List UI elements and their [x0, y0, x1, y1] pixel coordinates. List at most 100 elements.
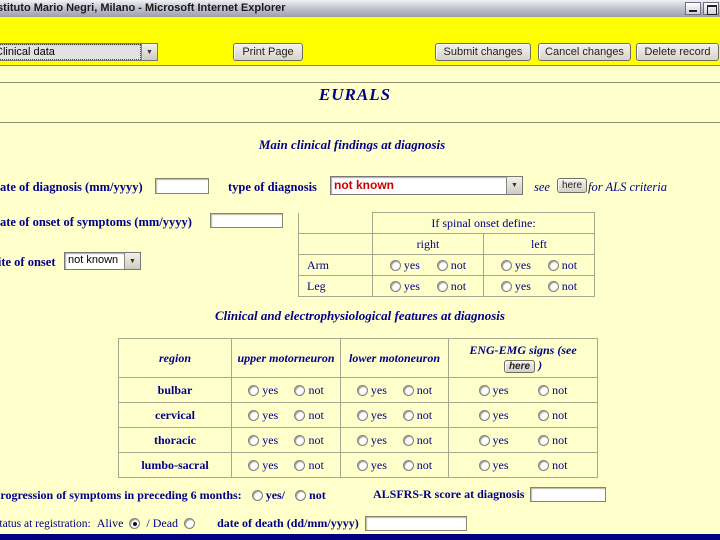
region-header: region — [118, 338, 232, 378]
delete-record-button[interactable]: Delete record — [636, 43, 719, 61]
date-of-onset-input[interactable] — [210, 213, 283, 228]
als-criteria-here-button[interactable]: here — [557, 178, 588, 193]
spinal-onset-header: If spinal onset define: — [372, 212, 595, 234]
minimize-button[interactable] — [685, 2, 701, 15]
section-select[interactable]: Clinical data ▼ — [0, 43, 158, 61]
print-page-button[interactable]: Print Page — [233, 43, 303, 61]
radio-yes-label: yes — [370, 407, 387, 422]
leg-row-label: Leg — [298, 275, 373, 297]
radio-not[interactable] — [294, 384, 306, 396]
region-cervical-label: cervical — [118, 402, 232, 428]
eng-emg-header-text: ENG-EMG signs (see — [469, 343, 577, 357]
radio-not-label: not — [416, 457, 433, 472]
radio-yes-label: yes — [370, 432, 387, 447]
radio-not-label: not — [552, 457, 568, 472]
eng-emg-header-suffix: ) — [538, 358, 543, 372]
radio-yes[interactable] — [356, 434, 368, 446]
radio-not[interactable] — [547, 280, 559, 292]
radio-yes-label: yes — [492, 407, 509, 422]
radio-yes-label: yes — [514, 257, 531, 272]
radio-yes[interactable] — [356, 459, 368, 471]
radio-yes-label: yes — [492, 382, 509, 397]
radio-alive[interactable] — [129, 518, 141, 529]
radio-yes-label: yes — [403, 278, 420, 293]
date-of-diagnosis-label: date of diagnosis (mm/yyyy) — [0, 180, 143, 194]
table-row: right left — [298, 233, 595, 255]
site-of-onset-select[interactable]: not known ▼ — [64, 252, 141, 270]
bottom-bar — [0, 534, 720, 540]
eng-emg-here-button[interactable]: here — [503, 360, 536, 373]
table-row: bulbar yes not yes not yes not — [118, 377, 598, 403]
type-of-diagnosis-value: not known — [334, 178, 394, 192]
table-row: thoracic yes not yes not yes not — [118, 427, 598, 453]
arm-right-yes: yes — [389, 258, 420, 273]
radio-yes[interactable] — [500, 280, 512, 292]
radio-not[interactable] — [402, 409, 414, 421]
radio-not-label: not — [416, 432, 433, 447]
radio-yes-label: yes — [262, 432, 279, 447]
radio-not[interactable] — [538, 384, 550, 396]
radio-not-label: not — [450, 278, 467, 293]
radio-not-label: not — [308, 432, 324, 447]
radio-yes[interactable] — [478, 459, 490, 471]
alsfrs-row: ALSFRS-R score at diagnosis — [373, 487, 607, 502]
radio-not-label: not — [416, 382, 433, 397]
page-title: EURALS — [318, 85, 392, 104]
radio-yes-label: yes — [492, 457, 509, 472]
radio-yes[interactable] — [248, 459, 260, 471]
radio-not[interactable] — [294, 409, 306, 421]
radio-yes[interactable] — [248, 434, 260, 446]
radio-not[interactable] — [547, 259, 559, 271]
radio-yes-label: yes — [514, 278, 531, 293]
page-content: EURALS Main clinical findings at diagnos… — [0, 66, 720, 534]
radio-yes-label: yes — [262, 407, 279, 422]
alsfrs-label: ALSFRS-R score at diagnosis — [373, 487, 525, 501]
radio-yes[interactable] — [356, 384, 368, 396]
radio-yes[interactable] — [248, 384, 260, 396]
progression-not: not — [295, 488, 326, 503]
chevron-down-icon: ▼ — [506, 177, 522, 194]
radio-dead[interactable] — [184, 518, 196, 529]
radio-not[interactable] — [538, 434, 550, 446]
radio-not[interactable] — [294, 459, 306, 471]
radio-not[interactable] — [295, 490, 307, 501]
see-label: see — [534, 180, 550, 194]
radio-not[interactable] — [538, 459, 550, 471]
date-of-diagnosis-input[interactable] — [155, 178, 209, 194]
cancel-changes-button[interactable]: Cancel changes — [538, 43, 631, 61]
radio-yes[interactable] — [389, 259, 401, 271]
radio-yes-label: yes — [262, 382, 279, 397]
type-of-diagnosis-select[interactable]: not known ▼ — [330, 176, 523, 195]
table-row: region upper motorneuron lower motoneuro… — [118, 338, 598, 378]
radio-not[interactable] — [294, 434, 306, 446]
site-of-onset-label: site of onset — [0, 255, 56, 269]
radio-yes[interactable] — [500, 259, 512, 271]
maximize-button[interactable] — [703, 2, 719, 15]
section-select-value: Clinical data — [0, 44, 141, 60]
radio-yes[interactable] — [478, 409, 490, 421]
radio-yes[interactable] — [248, 409, 260, 421]
radio-not[interactable] — [436, 259, 448, 271]
radio-not[interactable] — [402, 459, 414, 471]
leg-right-yes: yes — [389, 278, 420, 294]
radio-not[interactable] — [538, 409, 550, 421]
radio-yes[interactable] — [356, 409, 368, 421]
status-label: Status at registration: — [0, 517, 91, 530]
radio-yes-label: yes — [262, 457, 279, 472]
radio-not[interactable] — [402, 384, 414, 396]
submit-changes-button[interactable]: Submit changes — [435, 43, 531, 61]
toolbar: Clinical data ▼ Print Page Submit change… — [0, 17, 720, 66]
radio-not-label: not — [561, 278, 578, 293]
radio-yes[interactable] — [251, 490, 263, 501]
spinal-onset-table: If spinal onset define: right left Arm y… — [298, 212, 595, 297]
date-of-death-input[interactable] — [364, 516, 467, 531]
radio-yes[interactable] — [389, 280, 401, 292]
radio-yes[interactable] — [478, 434, 490, 446]
radio-yes[interactable] — [478, 384, 490, 396]
lower-motoneuron-header: lower motoneuron — [340, 338, 449, 378]
browser-window: Istituto Mario Negri, Milano - Microsoft… — [0, 0, 720, 540]
radio-not[interactable] — [402, 434, 414, 446]
radio-not-label: not — [552, 432, 568, 447]
radio-not[interactable] — [436, 280, 448, 292]
alsfrs-score-input[interactable] — [530, 487, 607, 502]
